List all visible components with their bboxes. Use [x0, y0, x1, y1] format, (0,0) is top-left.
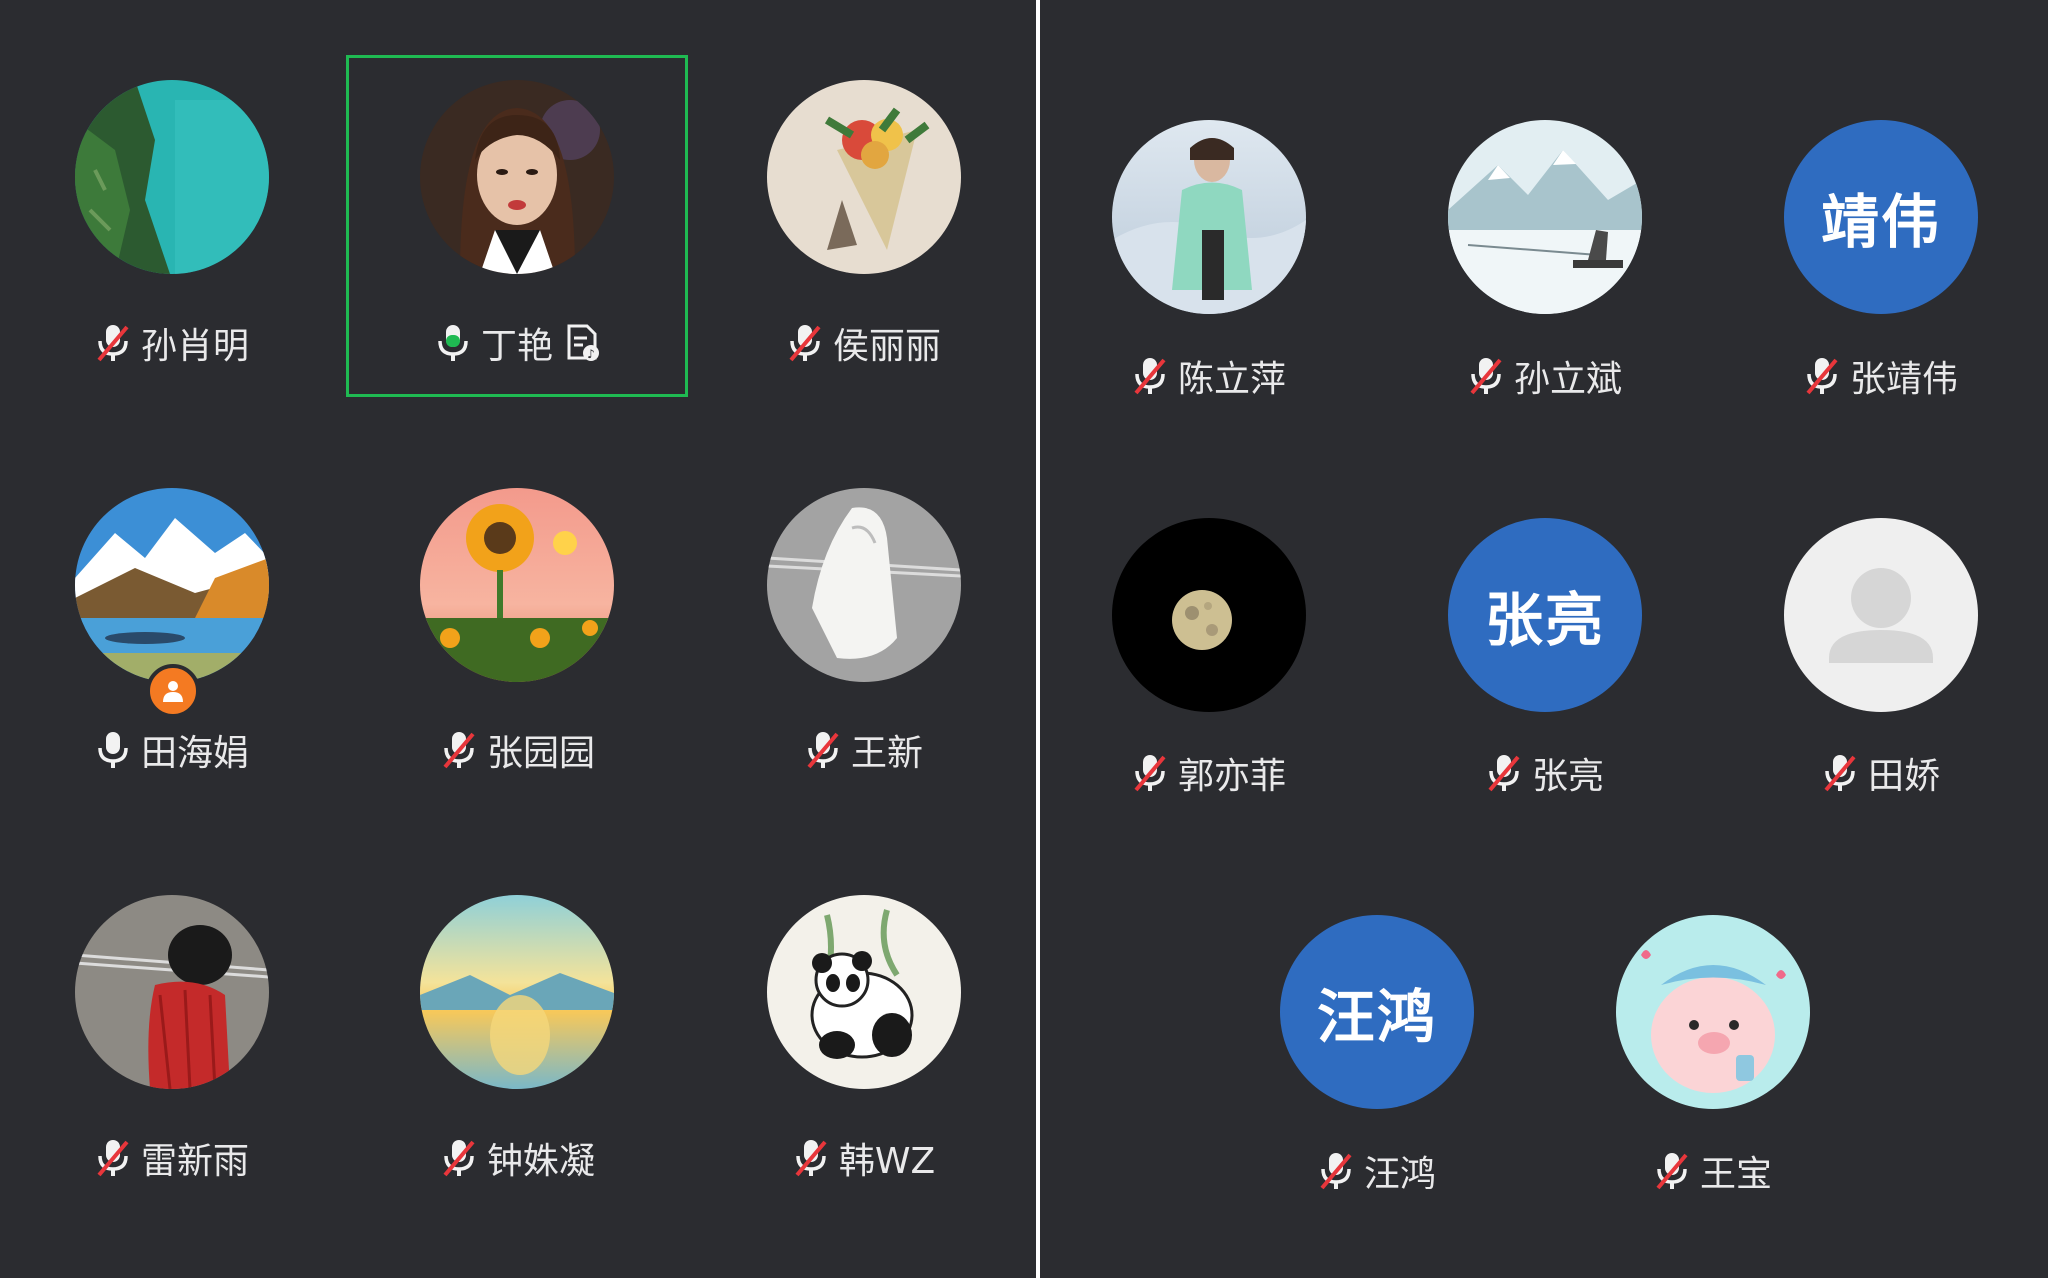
participant-name-row: 郭亦菲 — [1077, 745, 1341, 801]
participant-name: 韩WZ — [838, 1141, 936, 1182]
participant-avatar[interactable] — [75, 895, 269, 1089]
participant-initials-avatar[interactable]: 汪鸿 — [1280, 915, 1474, 1109]
participant-grid-left: 孙肖明 丁艳 ♪ 侯丽丽 田海娟 张园园 王新 雷新雨 钟姝凝 韩WZ — [0, 0, 1036, 1278]
participant-avatar[interactable] — [420, 488, 614, 682]
participant-name-row: 雷新雨 — [40, 1130, 304, 1186]
participant-name: 王宝 — [1699, 1154, 1772, 1195]
participant-name: 侯丽丽 — [832, 326, 941, 367]
mic-on-icon — [95, 730, 131, 770]
participant-initials-avatar[interactable]: 靖伟 — [1784, 120, 1978, 314]
mic-muted-icon — [1132, 356, 1168, 396]
participant-avatar[interactable] — [767, 488, 961, 682]
mic-muted-icon — [95, 1138, 131, 1178]
participant-name: 陈立萍 — [1177, 359, 1286, 400]
participant-name-row: 张靖伟 — [1749, 348, 2013, 404]
participant-name: 张亮 — [1531, 756, 1604, 797]
participant-avatar[interactable] — [420, 895, 614, 1089]
mic-muted-icon — [1822, 753, 1858, 793]
participant-name: 田娇 — [1867, 756, 1940, 797]
mic-muted-icon — [1804, 356, 1840, 396]
mic-muted-icon — [441, 1138, 477, 1178]
participant-initials-avatar[interactable]: 张亮 — [1448, 518, 1642, 712]
mic-muted-icon — [793, 1138, 829, 1178]
participant-name: 丁艳 — [480, 326, 553, 367]
participant-name-row: 汪鸿 — [1265, 1143, 1489, 1199]
participant-name-row: 钟姝凝 — [386, 1130, 650, 1186]
participant-name-row: 韩WZ — [757, 1130, 971, 1186]
mic-muted-icon — [1486, 753, 1522, 793]
participant-avatar[interactable] — [1784, 518, 1978, 712]
mic-muted-icon — [441, 730, 477, 770]
participant-name-row: 张园园 — [386, 722, 650, 778]
participant-avatar[interactable] — [1448, 120, 1642, 314]
mic-muted-icon — [95, 323, 131, 363]
participant-name: 王新 — [850, 733, 923, 774]
participant-name-row: 田海娟 — [40, 722, 304, 778]
participant-avatar[interactable] — [1112, 120, 1306, 314]
host-badge — [146, 664, 200, 718]
participant-name: 郭亦菲 — [1177, 756, 1286, 797]
participant-name: 雷新雨 — [140, 1141, 249, 1182]
participant-name-row: 王宝 — [1601, 1143, 1825, 1199]
participant-name: 张靖伟 — [1849, 359, 1958, 400]
participant-name-row: 陈立萍 — [1077, 348, 1341, 404]
participant-name-row: 孙肖明 — [40, 315, 304, 371]
mic-muted-icon — [1318, 1151, 1354, 1191]
participant-avatar[interactable] — [75, 80, 269, 274]
participant-avatar[interactable] — [75, 488, 269, 682]
participant-avatar[interactable] — [767, 895, 961, 1089]
participant-avatar[interactable] — [1112, 518, 1306, 712]
participant-name: 汪鸿 — [1363, 1154, 1436, 1195]
mic-muted-icon — [805, 730, 841, 770]
document-share-icon[interactable]: ♪ — [565, 324, 601, 362]
participant-name-row: 张亮 — [1433, 745, 1657, 801]
mic-muted-icon — [1654, 1151, 1690, 1191]
participant-name: 田海娟 — [140, 733, 249, 774]
participant-name: 孙立斌 — [1513, 359, 1622, 400]
participant-avatar[interactable] — [1616, 915, 1810, 1109]
participant-name-row: 王新 — [757, 722, 971, 778]
participant-name-row: 丁艳 ♪ — [376, 315, 660, 371]
host-person-icon — [163, 681, 183, 702]
participant-grid-right: 陈立萍 孙立斌 靖伟 张靖伟 郭亦菲 张亮 张亮 田娇 汪鸿 汪鸿 王宝 — [1040, 0, 2048, 1278]
svg-text:♪: ♪ — [587, 347, 595, 361]
mic-muted-icon — [1132, 753, 1168, 793]
participant-avatar[interactable] — [420, 80, 614, 274]
participant-name: 张园园 — [486, 733, 595, 774]
mic-muted-icon — [1468, 356, 1504, 396]
mic-speaking-icon — [435, 323, 471, 363]
participant-avatar[interactable] — [767, 80, 961, 274]
participant-name-row: 田娇 — [1769, 745, 1993, 801]
participant-name: 孙肖明 — [140, 326, 249, 367]
default-person-icon — [1784, 518, 1978, 712]
participant-name: 钟姝凝 — [486, 1141, 595, 1182]
participant-name-row: 侯丽丽 — [732, 315, 996, 371]
mic-muted-icon — [787, 323, 823, 363]
participant-name-row: 孙立斌 — [1413, 348, 1677, 404]
